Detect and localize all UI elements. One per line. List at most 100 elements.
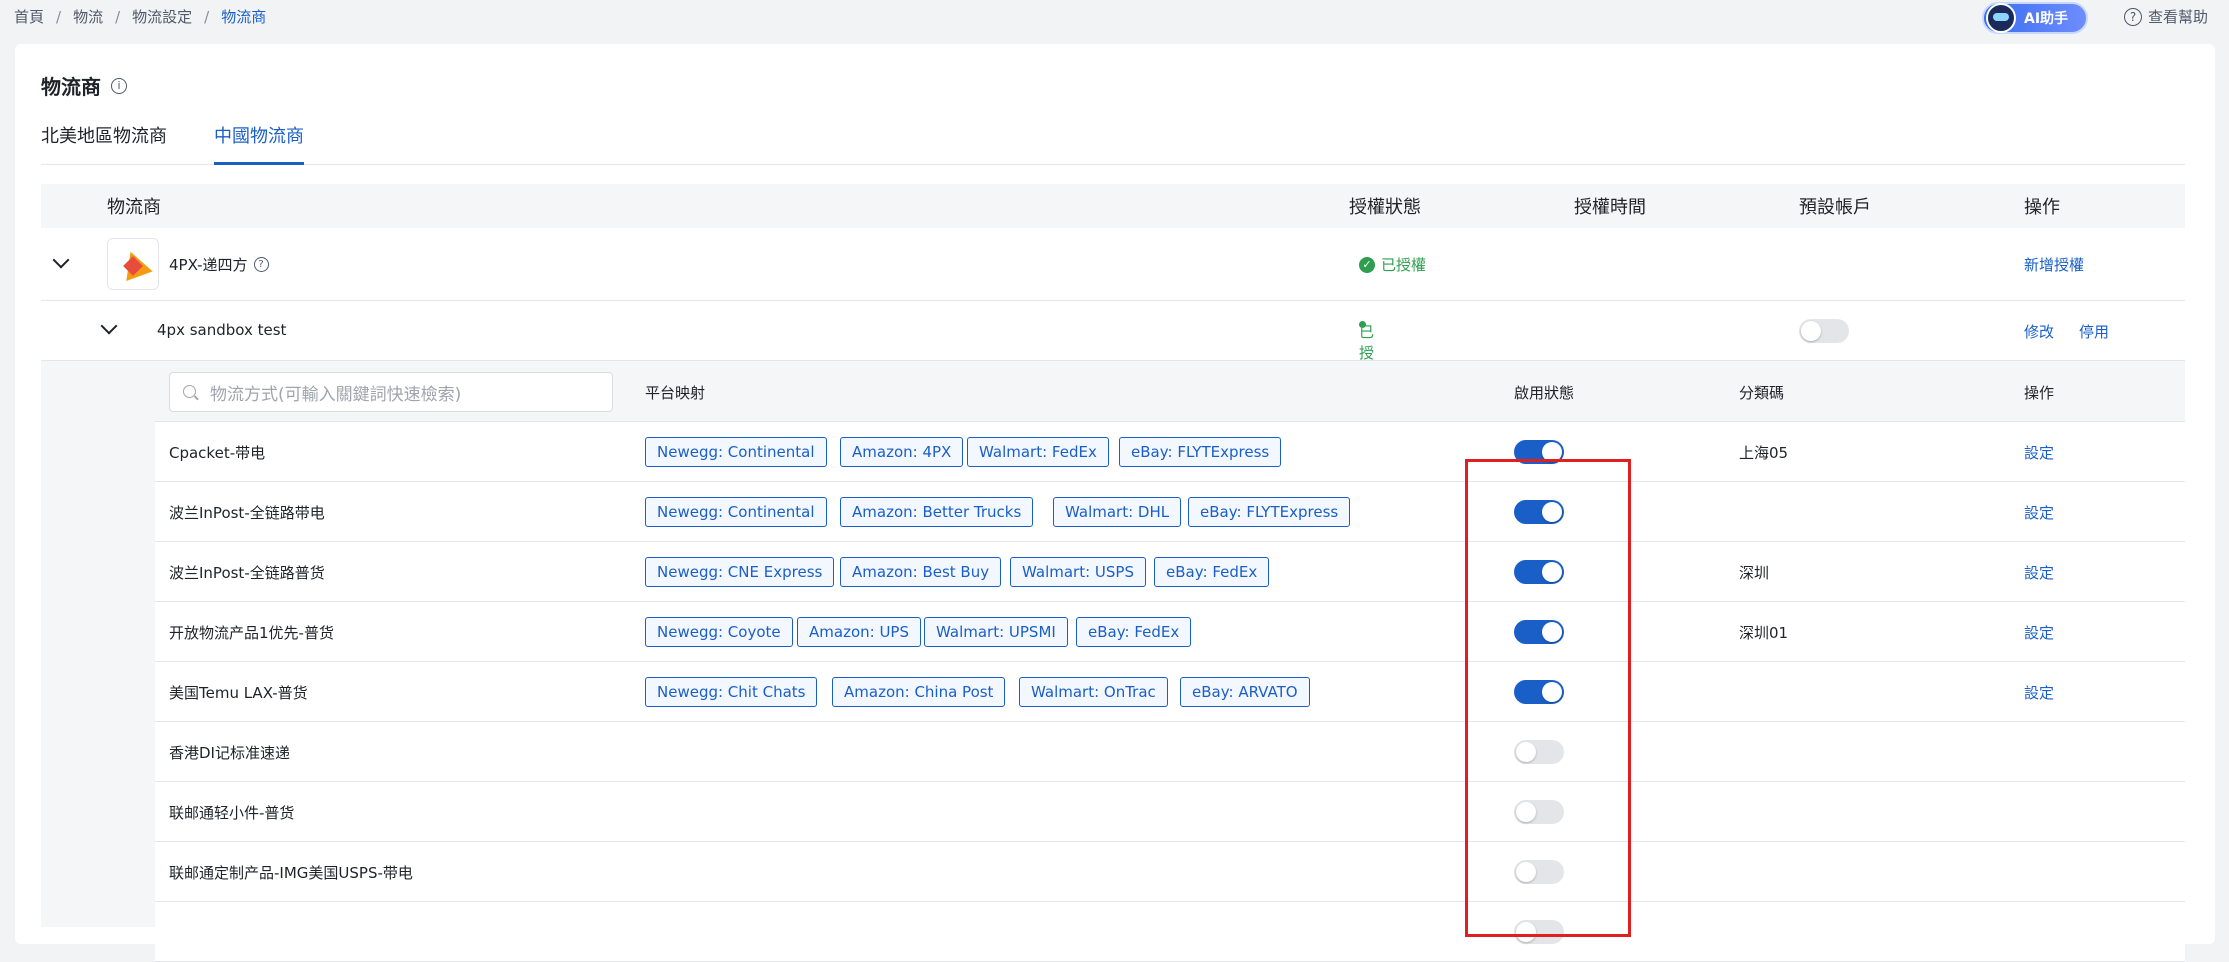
breadcrumb-logistics[interactable]: 物流 [73, 6, 103, 27]
breadcrumb-current: 物流商 [221, 8, 267, 26]
platform-mapping-tag: Walmart: DHL [1053, 497, 1182, 527]
breadcrumb: 首頁 / 物流 / 物流設定 / 物流商 [14, 6, 266, 27]
platform-mapping-tag: Newegg: Continental [645, 497, 827, 527]
info-icon[interactable]: i [111, 77, 127, 94]
header-auth-time: 授權時間 [1574, 197, 1646, 218]
method-row: 开放物流产品1优先-普货 Newegg: Coyote Amazon: UPS Wal… [155, 602, 2185, 662]
breadcrumb-logistics-settings[interactable]: 物流設定 [132, 6, 192, 27]
method-name: 美国Temu LAX-普货 [169, 684, 308, 702]
method-code: 深圳01 [1739, 624, 1789, 642]
header-method-actions: 操作 [2024, 384, 2055, 402]
platform-mapping-tag: eBay: FLYTExpress [1119, 437, 1282, 467]
method-row: 波兰InPost-全链路普货 Newegg: CNE Express Amazon:… [155, 542, 2185, 602]
method-name: 波兰InPost-全链路普货 [169, 564, 325, 582]
check-circle-icon: ✓ [1359, 256, 1375, 273]
platform-mapping-tag: Amazon: Better Trucks [840, 497, 1034, 527]
account-name: 4px sandbox test [157, 321, 287, 339]
method-code: 上海05 [1739, 444, 1789, 462]
question-icon: ? [2124, 7, 2142, 26]
carrier-card: 物流商 i 北美地區物流商 中國物流商 物流商 授權狀態 授權時間 預設帳戶 操… [15, 44, 2215, 962]
method-row: 香港DI记标准速递 [155, 722, 2185, 782]
question-icon[interactable]: ? [253, 257, 269, 272]
page-title: 物流商 i [41, 71, 127, 100]
toggle-knob [1801, 321, 1821, 341]
method-name: Cpacket-带电 [169, 444, 266, 462]
chevron-down-icon[interactable] [100, 317, 118, 335]
tab-china[interactable]: 中國物流商 [214, 122, 304, 165]
breadcrumb-separator: / [204, 7, 210, 26]
4px-logo [107, 238, 159, 290]
edit-account-link[interactable]: 修改 [2024, 321, 2054, 342]
method-settings-link[interactable]: 設定 [2024, 562, 2054, 583]
method-settings-link[interactable]: 設定 [2024, 682, 2054, 703]
search-placeholder: 物流方式(可輸入關鍵詞快速檢索) [210, 384, 462, 405]
method-row: 联邮通轻小件-普货 [155, 782, 2185, 842]
help-link[interactable]: ? 查看幫助 [2124, 6, 2208, 27]
chevron-down-icon[interactable] [52, 251, 70, 269]
platform-mapping-tag: Newegg: Continental [645, 437, 827, 467]
platform-mapping-tag: Amazon: Best Buy [840, 557, 1002, 587]
methods-area: 物流方式(可輸入關鍵詞快速檢索) 平台映射 啟用狀態 分類碼 操作 Cpacke… [41, 361, 2185, 962]
header-default-account: 預設帳戶 [1799, 197, 1871, 218]
method-name: 联邮通轻小件-普货 [169, 804, 295, 822]
platform-mapping-tag: Amazon: 4PX [840, 437, 964, 467]
ai-assistant-label: AI助手 [2024, 11, 2069, 27]
method-settings-link[interactable]: 設定 [2024, 502, 2054, 523]
header-auth-status: 授權狀態 [1349, 197, 1421, 218]
header-actions: 操作 [2024, 197, 2060, 218]
help-label: 查看幫助 [2148, 8, 2209, 26]
platform-mapping-tag: Newegg: CNE Express [645, 557, 835, 587]
enabled-column-highlight [1465, 459, 1631, 937]
platform-mapping-tag: Newegg: Coyote [645, 617, 793, 647]
platform-mapping-tag: Amazon: UPS [797, 617, 921, 647]
platform-mapping-tag: Newegg: Chit Chats [645, 677, 818, 707]
method-row: 联邮通定制产品-IMG美国USPS-带电 [155, 842, 2185, 902]
platform-mapping-tag: eBay: FedEx [1154, 557, 1270, 587]
tab-north-america[interactable]: 北美地區物流商 [41, 122, 167, 165]
carrier-auth-label: 已授權 [1381, 256, 1427, 274]
disable-account-link[interactable]: 停用 [2079, 321, 2109, 342]
method-row: Cpacket-带电 Newegg: Continental Amazon: 4PX… [155, 422, 2185, 482]
search-icon [183, 385, 196, 398]
breadcrumb-separator: / [56, 7, 62, 26]
header-enabled: 啟用狀態 [1514, 384, 1575, 402]
method-row [155, 902, 2185, 962]
platform-mapping-tag: Walmart: FedEx [967, 437, 1109, 467]
platform-mapping-tag: eBay: FedEx [1076, 617, 1192, 647]
page-title-text: 物流商 [41, 75, 101, 99]
method-row: 波兰InPost-全链路带电 Newegg: Continental Amazon:… [155, 482, 2185, 542]
platform-mapping-tag: eBay: ARVATO [1180, 677, 1310, 707]
method-name: 开放物流产品1优先-普货 [169, 624, 334, 642]
carrier-row: 4PX-递四方 ? ✓ 已授權 新增授權 [41, 228, 2185, 301]
platform-mapping-tag: Walmart: OnTrac [1019, 677, 1168, 707]
robot-avatar-icon [1986, 3, 2016, 33]
method-name: 联邮通定制产品-IMG美国USPS-带电 [169, 864, 413, 882]
ai-assistant-button[interactable]: AI助手 [1982, 2, 2088, 34]
breadcrumb-separator: / [115, 7, 121, 26]
method-name: 香港DI记标准速递 [169, 744, 290, 762]
breadcrumb-home[interactable]: 首頁 [14, 6, 44, 27]
header-code: 分類碼 [1739, 384, 1785, 402]
method-settings-link[interactable]: 設定 [2024, 622, 2054, 643]
header-mapping: 平台映射 [645, 384, 706, 402]
method-search-input[interactable]: 物流方式(可輸入關鍵詞快速檢索) [169, 372, 613, 412]
add-authorization-link[interactable]: 新增授權 [2024, 254, 2084, 275]
method-settings-link[interactable]: 設定 [2024, 442, 2054, 463]
platform-mapping-tag: eBay: FLYTExpress [1188, 497, 1351, 527]
default-account-toggle[interactable] [1799, 319, 1849, 343]
account-row: 4px sandbox test 已授權 修改 停用 [41, 301, 2185, 383]
platform-mapping-tag: Walmart: USPS [1010, 557, 1146, 587]
carrier-name-cell: 4PX-递四方 ? [169, 254, 269, 275]
method-row: 美国Temu LAX-普货 Newegg: Chit Chats Amazon: C… [155, 662, 2185, 722]
top-bar: 首頁 / 物流 / 物流設定 / 物流商 AI助手 ? 查看幫助 [0, 0, 2229, 38]
platform-mapping-tag: Walmart: UPSMI [924, 617, 1068, 647]
methods-header: 物流方式(可輸入關鍵詞快速檢索) 平台映射 啟用狀態 分類碼 操作 [155, 361, 2185, 422]
carrier-name: 4PX-递四方 [169, 256, 248, 274]
indent-column [41, 361, 155, 927]
carrier-tabs: 北美地區物流商 中國物流商 [41, 122, 2185, 165]
method-code: 深圳 [1739, 564, 1770, 582]
platform-mapping-tag: Amazon: China Post [832, 677, 1006, 707]
header-carrier: 物流商 [107, 197, 161, 218]
method-name: 波兰InPost-全链路带电 [169, 504, 325, 522]
table-header: 物流商 授權狀態 授權時間 預設帳戶 操作 [41, 184, 2185, 228]
